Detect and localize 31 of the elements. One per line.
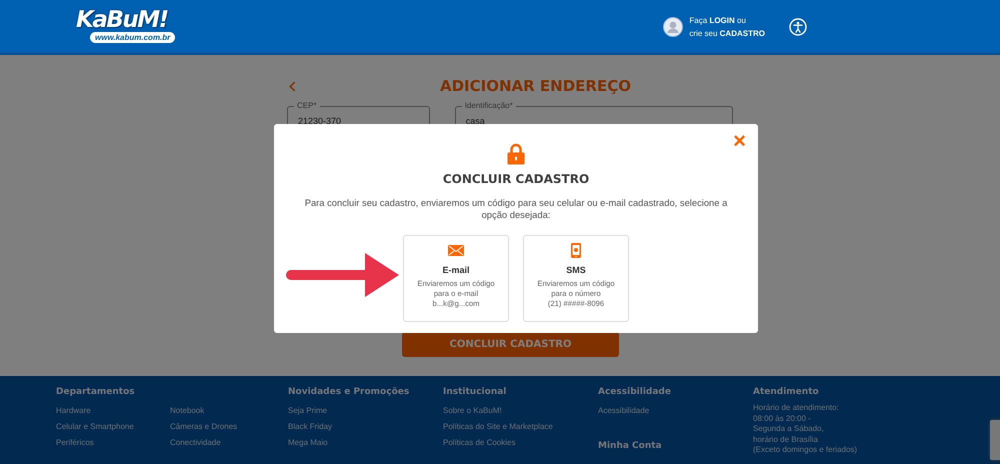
footer-link[interactable]: Câmeras e Drones xyxy=(170,419,284,435)
footer-heading: Departamentos xyxy=(56,387,136,397)
footer-link[interactable]: Sobre o KaBuM! xyxy=(443,403,557,419)
footer-link[interactable]: Políticas de Cookies xyxy=(443,435,557,451)
modal-description: Para concluir seu cadastro, enviaremos um código para seu celular ou e-mail cadastrado, selecione a opção desejada: xyxy=(304,197,728,221)
footer-link[interactable]: Periféricos xyxy=(56,435,170,451)
footer-link[interactable]: Políticas do Site e Marketplace xyxy=(443,419,557,435)
accessibility-icon[interactable] xyxy=(789,18,807,36)
footer-link[interactable]: Mega Maio xyxy=(288,435,402,451)
page-title: ADICIONAR ENDEREÇO xyxy=(440,77,631,95)
close-button[interactable]: × xyxy=(731,132,748,150)
footer-heading: Atendimento xyxy=(753,387,820,397)
footer-heading: Institucional xyxy=(443,387,508,397)
footer-link[interactable]: Conectividade xyxy=(170,435,284,451)
footer-link[interactable]: Black Friday xyxy=(288,419,402,435)
smartphone-icon xyxy=(571,243,581,258)
envelope-icon xyxy=(448,243,464,258)
padlock-icon xyxy=(507,143,525,165)
footer-heading: Novidades e Promoções xyxy=(288,387,410,397)
modal-title: CONCLUIR CADASTRO xyxy=(442,172,590,186)
footer-heading: Acessibilidade xyxy=(598,387,672,397)
footer-link[interactable]: Notebook xyxy=(170,403,284,419)
submit-button[interactable]: CONCLUIR CADASTRO xyxy=(402,332,619,357)
footer-link[interactable]: Hardware xyxy=(56,403,170,419)
footer-heading: Minha Conta xyxy=(598,441,663,451)
footer-link[interactable]: Acessibilidade xyxy=(598,403,712,419)
service-hours-text: Horário de atendimento: 08:00 às 20:00 - Segunda a Sábado, horário de Brasília (Exceto domingos e feriados) xyxy=(753,403,858,456)
footer-link[interactable]: Seja Prime xyxy=(288,403,402,419)
avatar-icon xyxy=(663,16,684,36)
footer-link[interactable]: Celular e Smartphone xyxy=(56,419,170,435)
login-link[interactable]: Faça LOGIN ou crie seu CADASTRO xyxy=(689,14,765,40)
